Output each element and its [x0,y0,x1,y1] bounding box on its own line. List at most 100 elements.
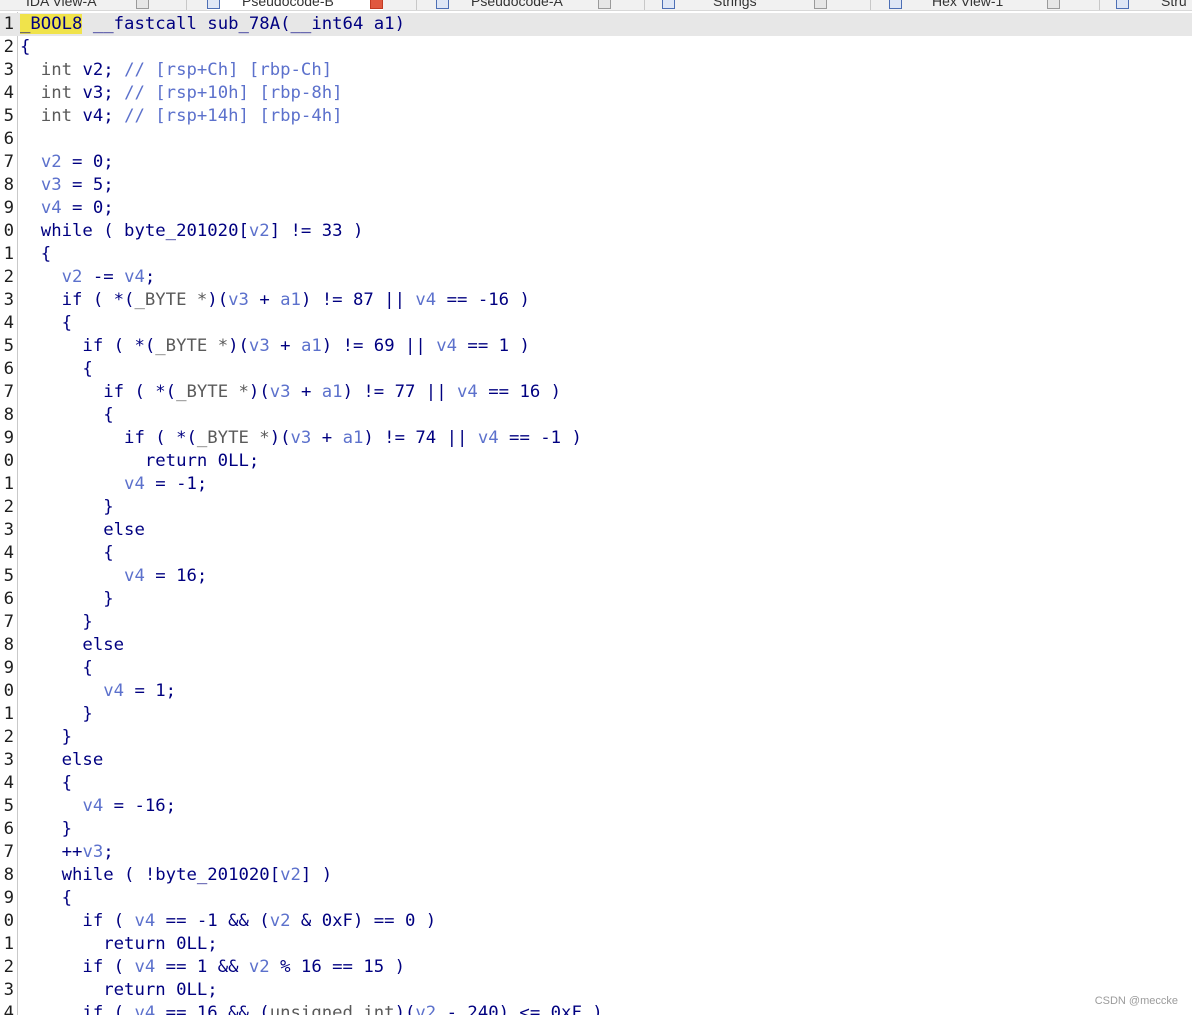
code-token: ++ [20,842,83,862]
pseudocode-editor[interactable]: 1 _BOOL8 __fastcall sub_78A(__int64 a1) 2{… [0,12,1192,1015]
code-token: == 16 && ( [155,1003,270,1015]
tab-ida-view-a[interactable]: IDA View-A [26,0,149,10]
code-token: a1 [300,336,322,356]
line-number: 6 [3,589,14,609]
tab-structures[interactable]: Stru [1116,0,1187,10]
code-line[interactable]: 0 v4 = 1; [0,680,1192,703]
code-line[interactable]: 6 } [0,588,1192,611]
code-line[interactable]: 3 else [0,519,1192,542]
code-token: v3 [290,428,312,448]
code-line[interactable]: 7 v2 = 0; [0,151,1192,174]
code-token: a1 [321,382,343,402]
code-text: v4 = 1; [20,680,176,703]
code-token: )( [248,382,270,402]
code-token: = -1; [144,474,208,494]
code-text: { [20,772,72,795]
code-token: v4 [103,681,125,701]
code-line[interactable]: 4 if ( v4 == 16 && (unsigned int)(v2 - 2… [0,1002,1192,1015]
code-line[interactable]: 7 if ( *(_BYTE *)(v3 + a1) != 77 || v4 =… [0,381,1192,404]
close-icon[interactable] [814,0,828,9]
line-number: 3 [3,750,14,770]
code-line[interactable]: 5 int v4; // [rsp+14h] [rbp-4h] [0,105,1192,128]
code-line[interactable]: 2 } [0,496,1192,519]
code-line[interactable]: 8 while ( !byte_201020[v2] ) [0,864,1192,887]
code-line[interactable]: 1 return 0LL; [0,933,1192,956]
code-text: while ( !byte_201020[v2] ) [20,864,333,887]
close-icon[interactable] [135,0,149,9]
code-line[interactable]: 3 else [0,749,1192,772]
code-line[interactable]: 4 { [0,312,1192,335]
code-line[interactable]: 7 ++v3; [0,841,1192,864]
code-line[interactable]: 2 } [0,726,1192,749]
code-line[interactable]: 6 { [0,358,1192,381]
code-line[interactable]: 9 if ( *(_BYTE *)(v3 + a1) != 74 || v4 =… [0,427,1192,450]
code-line[interactable]: 9 v4 = 0; [0,197,1192,220]
close-icon[interactable] [597,0,611,9]
code-line[interactable]: 6 } [0,818,1192,841]
tab-label: Stru [1161,0,1187,9]
code-token: } [20,704,93,724]
code-line[interactable]: 1 v4 = -1; [0,473,1192,496]
code-line[interactable]: 5 v4 = 16; [0,565,1192,588]
code-line[interactable]: 9 { [0,887,1192,910]
close-icon[interactable] [1047,0,1061,9]
tab-label: Pseudocode-A [471,0,563,9]
code-line[interactable]: 5 if ( *(_BYTE *)(v3 + a1) != 69 || v4 =… [0,335,1192,358]
line-number: 1 [3,704,14,724]
code-line[interactable]: 0 while ( byte_201020[v2] != 33 ) [0,220,1192,243]
code-token: if ( [20,911,135,931]
code-line[interactable]: 2 if ( v4 == 1 && v2 % 16 == 15 ) [0,956,1192,979]
code-line[interactable]: 8 else [0,634,1192,657]
code-line[interactable]: 1 _BOOL8 __fastcall sub_78A(__int64 a1) [0,13,1192,36]
code-token: v2 [269,911,291,931]
line-number: 5 [3,106,14,126]
code-line[interactable]: 4 int v3; // [rsp+10h] [rbp-8h] [0,82,1192,105]
code-token: v2 [82,60,104,80]
code-line[interactable]: 1 } [0,703,1192,726]
code-token: _BYTE * [196,428,270,448]
tab-strings[interactable]: Strings [662,0,828,10]
code-line[interactable]: 3 if ( *(_BYTE *)(v3 + a1) != 87 || v4 =… [0,289,1192,312]
code-token: if ( [20,1003,135,1015]
line-number: 4 [3,1003,14,1015]
code-token: if ( *( [20,336,156,356]
code-token: )( [228,336,249,356]
code-line[interactable]: 7 } [0,611,1192,634]
line-number: 1 [3,244,14,264]
pseudocode-icon [436,0,449,9]
code-line[interactable]: 4 { [0,542,1192,565]
code-line[interactable]: 6 [0,128,1192,151]
tab-pseudocode-b[interactable]: Pseudocode-B [207,0,383,10]
code-line[interactable]: 9 { [0,657,1192,680]
code-line[interactable]: 0 return 0LL; [0,450,1192,473]
tab-separator [644,0,645,10]
code-token: v2 [248,221,270,241]
code-text: } [20,726,72,749]
tab-pseudocode-a[interactable]: Pseudocode-A [436,0,611,10]
code-token: int [20,106,83,126]
code-token: else [20,750,104,770]
code-token: == -16 ) [436,290,530,310]
code-line[interactable]: 3 int v2; // [rsp+Ch] [rbp-Ch] [0,59,1192,82]
code-line[interactable]: 8 { [0,404,1192,427]
code-line[interactable]: 1 { [0,243,1192,266]
close-icon[interactable] [369,0,383,9]
code-line[interactable]: 3 return 0LL; [0,979,1192,1002]
code-token: v3 [248,336,270,356]
code-token: v4 [40,198,62,218]
code-line[interactable]: 5 v4 = -16; [0,795,1192,818]
code-token: v4 [124,566,145,586]
code-token: + [248,290,281,310]
code-token: } [20,497,114,517]
code-text: v3 = 5; [20,174,114,197]
tab-separator [870,0,871,10]
code-line[interactable]: 0 if ( v4 == -1 && (v2 & 0xF) == 0 ) [0,910,1192,933]
code-token: { [20,773,73,793]
tab-hex-view-1[interactable]: Hex View-1 [889,0,1061,10]
code-text: _BOOL8 __fastcall sub_78A(__int64 a1) [20,13,405,36]
code-line[interactable]: 2 v2 -= v4; [0,266,1192,289]
code-line[interactable]: 8 v3 = 5; [0,174,1192,197]
code-line[interactable]: 4 { [0,772,1192,795]
code-line[interactable]: 2{ [0,36,1192,59]
